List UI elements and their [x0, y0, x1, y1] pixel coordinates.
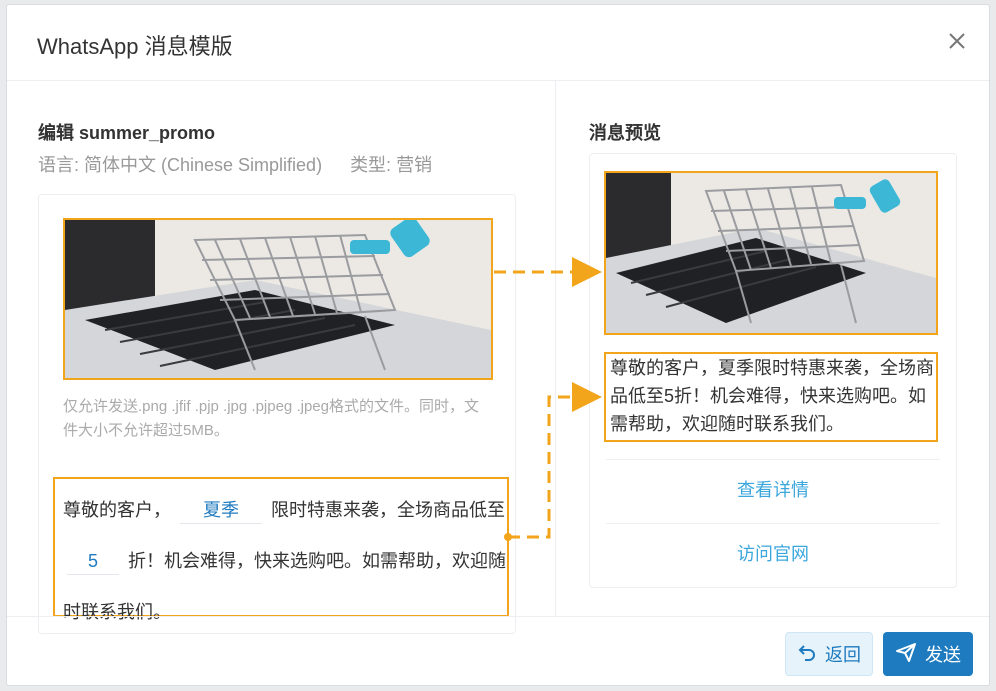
dialog-footer: 返回 发送 — [7, 616, 989, 685]
header-image-upload[interactable] — [63, 218, 493, 380]
close-icon[interactable] — [947, 31, 967, 51]
template-meta: 语言: 简体中文 (Chinese Simplified) 类型: 营销 — [38, 151, 432, 177]
editor-title: 编辑 summer_promo — [38, 123, 216, 143]
view-details-button[interactable]: 查看详情 — [606, 459, 940, 521]
preview-message: 尊敬的客户，夏季限时特惠来袭，全场商品低至5折！机会难得，快来选购吧。如需帮助，… — [604, 352, 938, 442]
dialog-header: WhatsApp 消息模版 — [7, 5, 989, 81]
message-body-editor[interactable]: 尊敬的客户， 夏季 限时特惠来袭，全场商品低至 5 折！机会难得，快来选购吧。如… — [53, 477, 509, 622]
type-label: 类型: 营销 — [350, 155, 433, 175]
body-text-part: 限时特惠来袭，全场商品低至 — [271, 500, 506, 520]
variable-input-discount[interactable]: 5 — [67, 548, 119, 575]
language-label: 语言: 简体中文 (Chinese Simplified) — [38, 155, 323, 175]
visit-website-button[interactable]: 访问官网 — [606, 523, 940, 585]
preview-card: 尊敬的客户，夏季限时特惠来袭，全场商品低至5折！机会难得，快来选购吧。如需帮助，… — [589, 153, 957, 588]
back-button[interactable]: 返回 — [785, 632, 873, 676]
upload-hint: 仅允许发送.png .jfif .pjp .jpg .pjpeg .jpeg格式… — [63, 398, 479, 439]
editor-panel: 编辑 summer_promo 语言: 简体中文 (Chinese Simpli… — [7, 81, 556, 634]
send-button[interactable]: 发送 — [883, 632, 973, 676]
body-text-part: 折！机会难得，快来选购吧。如需帮助，欢迎随时联系我们。 — [63, 551, 507, 622]
shopping-cart-image — [65, 220, 491, 378]
send-label: 发送 — [925, 645, 961, 665]
preview-image — [604, 171, 938, 335]
dialog-title: WhatsApp 消息模版 — [37, 34, 233, 59]
back-label: 返回 — [825, 645, 861, 665]
variable-input-season[interactable]: 夏季 — [180, 497, 263, 524]
undo-icon — [797, 642, 817, 667]
editor-card: 仅允许发送.png .jfif .pjp .jpg .pjpeg .jpeg格式… — [38, 194, 516, 634]
body-text-part: 尊敬的客户， — [63, 500, 171, 520]
dialog-body: 编辑 summer_promo 语言: 简体中文 (Chinese Simpli… — [7, 81, 989, 634]
preview-title: 消息预览 — [589, 123, 661, 143]
preview-panel: 消息预览 尊敬的客户，夏季限时特惠来袭，全场商品低至5折！机会难得，快来选购吧。… — [556, 81, 989, 616]
shopping-cart-image — [606, 173, 936, 333]
whatsapp-template-dialog: WhatsApp 消息模版 编辑 summer_promo 语言: 简体中文 (… — [6, 4, 990, 686]
send-icon — [895, 641, 917, 668]
